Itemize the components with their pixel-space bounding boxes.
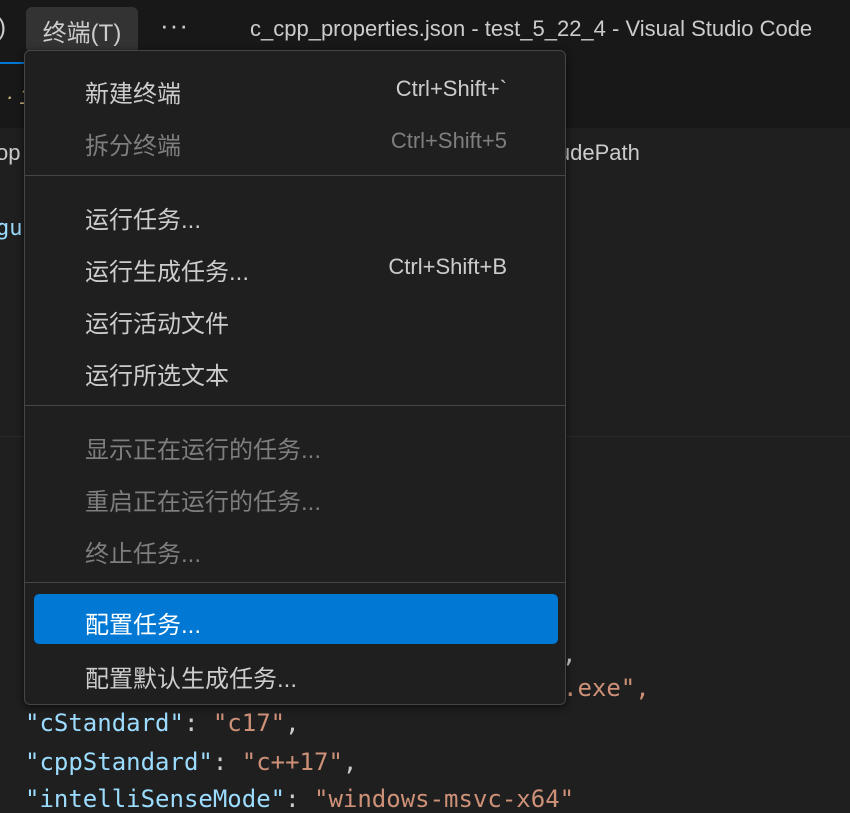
- menu-item-restart-running-task[interactable]: 重启正在运行的任务...: [34, 471, 558, 521]
- menu-item-label: 重启正在运行的任务...: [85, 489, 322, 516]
- menu-item-shortcut: Ctrl+Shift+B: [388, 254, 507, 279]
- menu-item-label: 运行任务...: [85, 207, 202, 234]
- json-value: "c17": [212, 709, 286, 737]
- json-key: "cppStandard": [25, 748, 213, 776]
- more-icon[interactable]: ···: [160, 10, 189, 41]
- code-line-intellisense: "intelliSenseMode": "windows-msvc-x64": [25, 785, 574, 813]
- menubar-terminal[interactable]: 终端(T): [26, 7, 138, 53]
- menu-item-label: 拆分终端: [85, 133, 181, 160]
- menu-separator: [25, 582, 565, 583]
- json-key: "intelliSenseMode": [25, 785, 286, 813]
- active-tab-indicator: [0, 62, 24, 64]
- window-title: c_cpp_properties.json - test_5_22_4 - Vi…: [250, 16, 813, 41]
- code-line-exe: .exe",: [563, 674, 650, 702]
- code-string: .exe",: [563, 674, 650, 702]
- json-comma: ,: [342, 748, 358, 776]
- menu-item-run-build-task[interactable]: 运行生成任务... Ctrl+Shift+B: [34, 241, 558, 291]
- menu-item-label: 新建终端: [85, 81, 181, 108]
- json-value: "windows-msvc-x64": [314, 785, 575, 813]
- breadcrumb-fragment-left[interactable]: op: [0, 140, 20, 166]
- breadcrumb-fragment-right[interactable]: ludePath: [553, 140, 640, 166]
- menu-item-new-terminal[interactable]: 新建终端 Ctrl+Shift+`: [34, 63, 558, 113]
- menubar-fragment: ): [0, 14, 6, 42]
- code-line-cstandard: "cStandard": "c17",: [25, 709, 300, 737]
- menu-item-label: 配置任务...: [85, 612, 202, 639]
- menu-item-configure-tasks[interactable]: 配置任务...: [34, 594, 558, 644]
- terminal-menu: 新建终端 Ctrl+Shift+` 拆分终端 Ctrl+Shift+5 运行任务…: [24, 50, 566, 705]
- code-fragment: gu: [0, 216, 23, 241]
- menu-item-label: 终止任务...: [85, 541, 202, 568]
- menu-item-label: 运行生成任务...: [85, 259, 250, 286]
- menu-item-run-active-file[interactable]: 运行活动文件: [34, 293, 558, 343]
- json-value: "c++17": [241, 748, 343, 776]
- menu-item-show-running-tasks[interactable]: 显示正在运行的任务...: [34, 419, 558, 469]
- json-comma: ,: [285, 709, 300, 737]
- menu-item-split-terminal[interactable]: 拆分终端 Ctrl+Shift+5: [34, 115, 558, 165]
- menu-separator: [25, 405, 565, 406]
- menu-item-run-task[interactable]: 运行任务...: [34, 189, 558, 239]
- menu-separator: [25, 175, 565, 176]
- json-colon: :: [285, 785, 314, 813]
- menu-item-label: 运行活动文件: [85, 311, 229, 338]
- json-key: "cStandard": [25, 709, 184, 737]
- menu-item-label: 运行所选文本: [85, 363, 229, 390]
- menu-item-label: 配置默认生成任务...: [85, 666, 298, 693]
- json-colon: :: [212, 748, 242, 776]
- menu-item-run-selected-text[interactable]: 运行所选文本: [34, 345, 558, 395]
- json-colon: :: [183, 709, 213, 737]
- code-line-cppstandard: "cppStandard": "c++17",: [25, 748, 357, 776]
- menu-item-label: 显示正在运行的任务...: [85, 437, 322, 464]
- menu-item-shortcut: Ctrl+Shift+`: [395, 76, 507, 101]
- menu-item-configure-default-build-task[interactable]: 配置默认生成任务...: [34, 648, 558, 698]
- menu-item-shortcut: Ctrl+Shift+5: [390, 128, 507, 153]
- menu-item-terminate-task[interactable]: 终止任务...: [34, 523, 558, 573]
